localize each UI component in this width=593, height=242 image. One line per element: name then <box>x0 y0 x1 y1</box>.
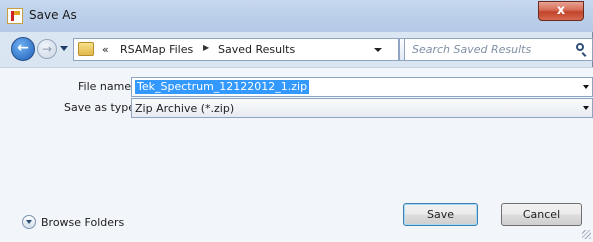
browse-folders-toggle[interactable]: Browse Folders <box>22 215 142 231</box>
recent-pages-dropdown-icon[interactable] <box>60 46 68 51</box>
breadcrumb-rsamap-files[interactable]: RSAMap Files <box>120 43 193 56</box>
search-icon[interactable] <box>576 43 584 51</box>
window-title: Save As <box>29 8 77 22</box>
breadcrumb-separator-icon[interactable]: ▶ <box>203 43 209 52</box>
save-type-dropdown-icon[interactable] <box>583 106 589 110</box>
address-dropdown-icon[interactable] <box>374 48 382 52</box>
forward-arrow-icon[interactable]: → <box>37 39 57 59</box>
search-placeholder: Search Saved Results <box>412 43 532 56</box>
cancel-button[interactable]: Cancel <box>501 203 582 226</box>
save-type-value: Zip Archive (*.zip) <box>135 102 235 115</box>
app-icon <box>7 8 23 24</box>
folder-icon <box>78 42 94 56</box>
save-as-dialog: Save As x ← → « RSAMap Files ▶ Saved Res… <box>0 0 593 242</box>
save-type-label: Save as type: <box>64 101 139 114</box>
file-name-value[interactable]: Tek_Spectrum_12122012_1.zip <box>135 80 310 94</box>
expand-icon[interactable] <box>22 215 36 229</box>
save-form: File name: Tek_Spectrum_12122012_1.zip S… <box>0 67 593 242</box>
breadcrumb-saved-results[interactable]: Saved Results <box>218 43 295 56</box>
breadcrumb-overflow[interactable]: « <box>102 43 109 56</box>
save-button[interactable]: Save <box>403 203 478 226</box>
browse-folders-label[interactable]: Browse Folders <box>41 216 124 229</box>
title-bar[interactable]: Save As x <box>0 0 593 32</box>
back-arrow-icon[interactable]: ← <box>11 37 35 61</box>
file-name-dropdown-icon[interactable] <box>583 85 589 89</box>
close-button[interactable]: x <box>538 1 584 21</box>
file-name-label: File name: <box>78 80 135 93</box>
resize-grip-icon[interactable] <box>582 230 591 239</box>
search-box[interactable]: Search Saved Results <box>404 38 593 61</box>
file-name-input[interactable]: Tek_Spectrum_12122012_1.zip <box>131 77 593 97</box>
save-type-select[interactable]: Zip Archive (*.zip) <box>131 98 593 118</box>
address-bar[interactable]: « RSAMap Files ▶ Saved Results <box>73 38 399 61</box>
